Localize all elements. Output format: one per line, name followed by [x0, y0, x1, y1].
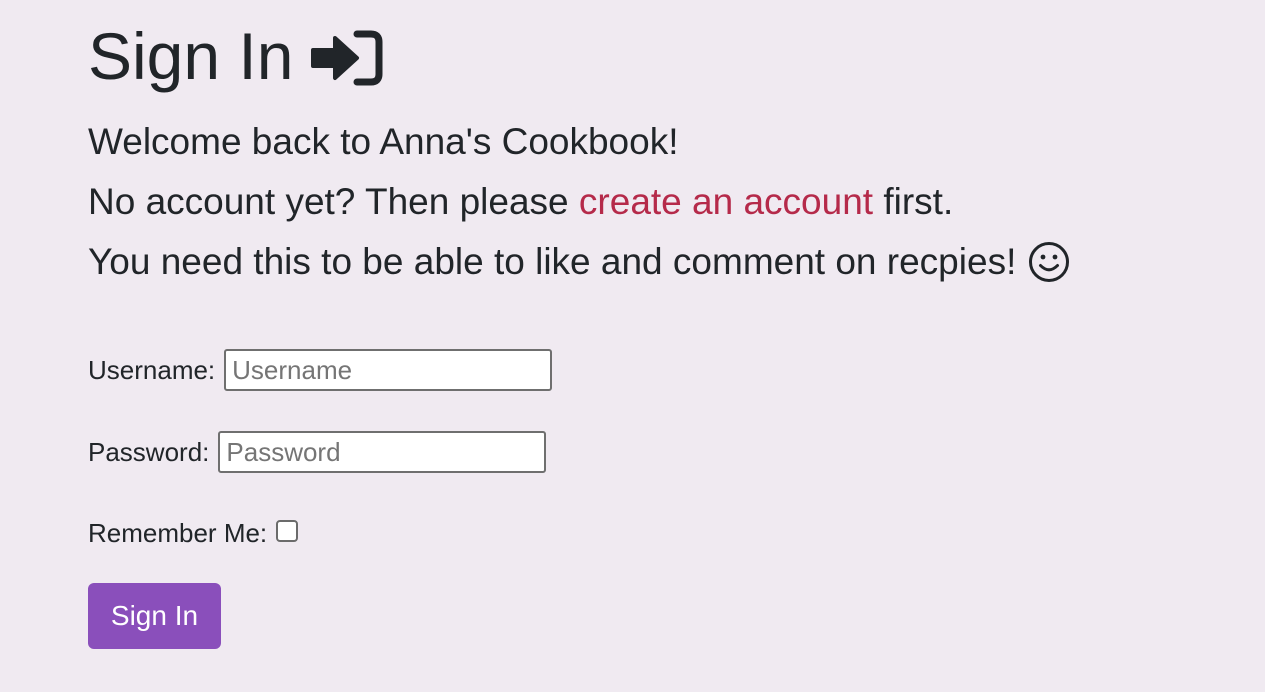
create-account-link[interactable]: create an account [579, 181, 873, 222]
remember-me-row: Remember Me: [88, 518, 299, 549]
page-title-text: Sign In [88, 19, 294, 93]
requirement-text: You need this to be able to like and com… [88, 240, 1070, 284]
username-input[interactable] [224, 349, 553, 391]
password-row: Password: [88, 431, 547, 473]
smiley-face-icon [1028, 241, 1070, 283]
no-account-suffix: first. [873, 181, 954, 222]
requirement-text-content: You need this to be able to like and com… [88, 241, 1017, 282]
no-account-text: No account yet? Then please create an ac… [88, 180, 953, 224]
remember-me-checkbox[interactable] [276, 519, 299, 542]
remember-me-label: Remember Me: [88, 518, 268, 548]
no-account-prefix: No account yet? Then please [88, 181, 579, 222]
page-title: Sign In [88, 18, 383, 94]
username-label: Username: [88, 354, 216, 385]
welcome-text: Welcome back to Anna's Cookbook! [88, 121, 679, 162]
sign-in-arrow-icon [311, 28, 383, 88]
password-input[interactable] [218, 431, 547, 473]
sign-in-button[interactable]: Sign In [88, 583, 221, 649]
password-label: Password: [88, 436, 210, 467]
username-row: Username: [88, 349, 553, 391]
